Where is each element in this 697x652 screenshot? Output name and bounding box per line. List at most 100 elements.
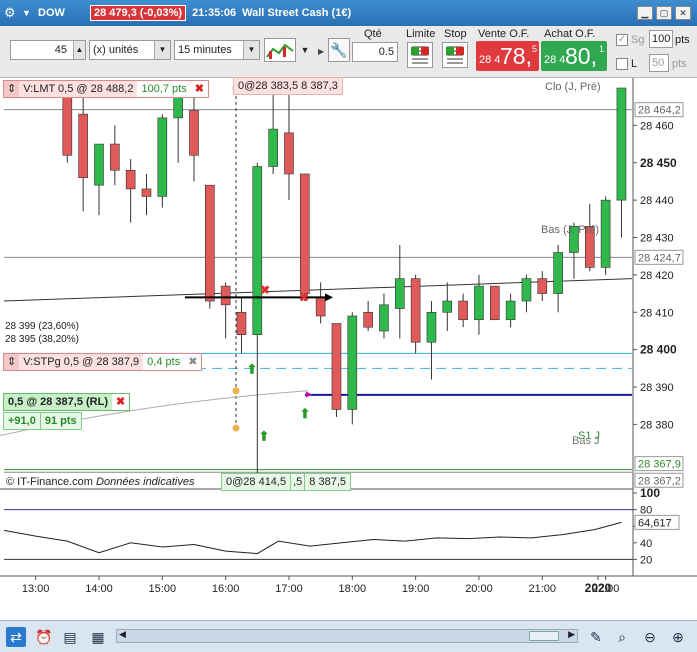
candle-body[interactable]: [521, 278, 532, 302]
sell-button[interactable]: 28 4 78, 5: [476, 41, 539, 71]
candle-body[interactable]: [94, 143, 104, 186]
buy-label: Achat O.F.: [544, 28, 596, 40]
osc-tick-label: 100: [640, 486, 660, 500]
candle-body[interactable]: [252, 166, 263, 335]
chart-canvas[interactable]: ✖✖⬆⬆⬆ 1008060402064,617 28 46028 45028 4…: [0, 78, 697, 598]
bottom-order-tag[interactable]: 0@28 414,5,5 8 387,5: [221, 473, 351, 491]
candle-body[interactable]: [236, 311, 247, 335]
chevron-down-icon[interactable]: ▼: [22, 8, 34, 18]
chart-scrollbar[interactable]: ◀ ▶: [116, 629, 578, 643]
chevron-down-icon[interactable]: ▼: [243, 41, 259, 59]
chevron-down-icon[interactable]: ▼: [154, 41, 170, 59]
sg-input[interactable]: 100: [649, 30, 673, 48]
candle-body[interactable]: [616, 87, 627, 201]
limit-order-tag[interactable]: ⇕ V:LMT 0,5 @ 28 488,2 100,7 pts ✖: [3, 80, 209, 98]
candle-body[interactable]: [474, 285, 484, 321]
price-change-badge: 28 479,3 (-0,03%): [90, 5, 187, 21]
share-icon[interactable]: ⇄: [6, 627, 26, 647]
stepper-icon[interactable]: ▲: [73, 41, 85, 59]
symbol-label[interactable]: DOW: [38, 7, 90, 19]
chevron-down-icon[interactable]: ▼: [298, 40, 312, 60]
orders-icon[interactable]: ▦: [88, 627, 108, 647]
quantity-input[interactable]: 45 ▲: [10, 40, 86, 60]
candle-body[interactable]: [505, 300, 516, 321]
scrollbar-thumb[interactable]: [529, 631, 559, 641]
candle-body[interactable]: [78, 113, 88, 179]
price-tick-label: 28 410: [640, 307, 674, 319]
limit-order-button[interactable]: [407, 42, 433, 68]
fib-label-1: 28 399 (23,60%): [5, 321, 79, 332]
zoom-fit-icon[interactable]: ⌕: [612, 627, 632, 647]
candle-body[interactable]: [458, 300, 468, 321]
candle-body[interactable]: [379, 304, 389, 332]
position-text: 0,5 @ 28 387,5 (RL): [8, 396, 108, 408]
gear-icon[interactable]: ⚙: [4, 5, 22, 21]
l-input[interactable]: 50: [649, 54, 669, 72]
candle-body[interactable]: [268, 128, 278, 167]
stop-order-tag[interactable]: ⇕ V:STPg 0,5 @ 28 387,9 0,4 pts ✖: [3, 353, 203, 371]
candle-body[interactable]: [489, 285, 500, 321]
quantity-value: 45: [54, 44, 67, 56]
order-anchor-point[interactable]: [232, 387, 240, 395]
candle-body[interactable]: [125, 169, 136, 190]
maximize-button[interactable]: ▢: [656, 6, 672, 20]
oscillator-line[interactable]: [3, 521, 622, 555]
osc-badge-label: 64,617: [638, 517, 672, 529]
credit-source: © IT-Finance.com: [6, 476, 93, 488]
time-tick-label: 13:00: [22, 583, 50, 595]
candle-body[interactable]: [157, 117, 168, 197]
drag-handle-icon[interactable]: ⇕: [4, 354, 20, 370]
drag-handle-icon[interactable]: ⇕: [4, 81, 20, 97]
close-icon[interactable]: ✖: [112, 394, 130, 410]
candle-body[interactable]: [205, 184, 215, 302]
buy-button[interactable]: 28 4 80, 1: [541, 41, 607, 71]
zoom-out-icon[interactable]: ⊖: [640, 627, 660, 647]
position-tag[interactable]: 0,5 @ 28 387,5 (RL) ✖: [3, 393, 131, 411]
candle-body[interactable]: [110, 143, 120, 171]
minimize-button[interactable]: ▁: [637, 6, 653, 20]
draw-tool-icon[interactable]: ✎: [586, 627, 606, 647]
candle-body[interactable]: [537, 278, 548, 294]
close-button[interactable]: ✕: [675, 6, 691, 20]
candle-body[interactable]: [442, 300, 453, 313]
candle-body[interactable]: [173, 95, 183, 119]
candle-body[interactable]: [315, 297, 326, 317]
qty-input[interactable]: 0.5: [352, 42, 398, 62]
candle-body[interactable]: [426, 311, 437, 343]
cancel-marker-icon[interactable]: ✖: [260, 283, 270, 297]
zoom-in-icon[interactable]: ⊕: [668, 627, 688, 647]
l-checkbox[interactable]: [616, 58, 628, 70]
order-anchor-point[interactable]: [232, 424, 240, 432]
wrench-icon[interactable]: 🔧: [328, 38, 350, 62]
candle-body[interactable]: [141, 188, 152, 197]
sg-checkbox[interactable]: ✓: [616, 34, 628, 46]
candle-body[interactable]: [600, 199, 611, 268]
candle-body[interactable]: [300, 173, 310, 294]
stop-order-button[interactable]: [442, 42, 468, 68]
cancel-marker-icon[interactable]: ✖: [299, 290, 309, 304]
unit-select[interactable]: (x) unités ▼: [89, 40, 171, 60]
scroll-right-icon[interactable]: ▶: [568, 629, 575, 640]
top-order-tag[interactable]: 0@28 383,5 8 387,3: [233, 77, 343, 95]
candle-body[interactable]: [553, 252, 563, 294]
close-icon[interactable]: ✖: [191, 81, 208, 97]
interval-select[interactable]: 15 minutes ▼: [174, 40, 260, 60]
indicator-icon[interactable]: ▤: [60, 627, 80, 647]
candle-body[interactable]: [62, 87, 73, 156]
candle-body[interactable]: [331, 323, 342, 410]
candle-body[interactable]: [189, 110, 199, 156]
scroll-left-icon[interactable]: ◀: [119, 629, 126, 640]
candle-body[interactable]: [347, 315, 358, 410]
chart-area[interactable]: ✖✖⬆⬆⬆ 1008060402064,617 28 46028 45028 4…: [0, 77, 697, 598]
osc-tick-label: 80: [640, 505, 652, 517]
alarm-icon[interactable]: ⏰: [34, 627, 54, 647]
candle-body[interactable]: [394, 278, 405, 309]
candle-body[interactable]: [410, 278, 421, 343]
candle-body[interactable]: [284, 132, 294, 175]
candle-body[interactable]: [363, 311, 373, 328]
close-icon[interactable]: ✖: [184, 354, 201, 370]
price-badge-label: 28 367,9: [638, 459, 681, 471]
collapse-icon[interactable]: ▶: [318, 28, 324, 76]
candle-body[interactable]: [220, 285, 231, 306]
chart-type-button[interactable]: [264, 38, 296, 62]
